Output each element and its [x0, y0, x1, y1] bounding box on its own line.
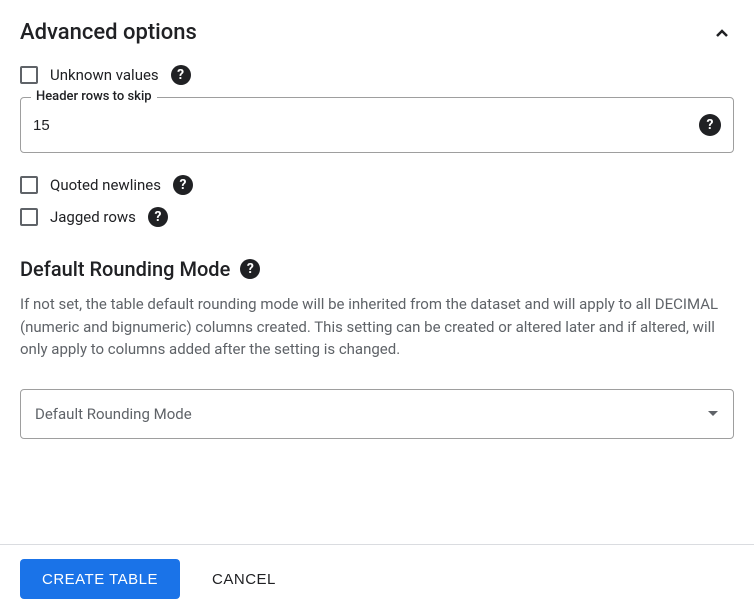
header-rows-input[interactable]: [33, 117, 699, 134]
help-icon[interactable]: ?: [173, 175, 193, 195]
quoted-newlines-row: Quoted newlines ?: [20, 175, 734, 195]
header-rows-field[interactable]: Header rows to skip ?: [20, 97, 734, 153]
unknown-values-row: Unknown values ?: [20, 65, 734, 85]
quoted-newlines-checkbox[interactable]: [20, 176, 38, 194]
help-icon[interactable]: ?: [148, 207, 168, 227]
quoted-newlines-label: Quoted newlines: [50, 176, 161, 194]
create-table-button[interactable]: CREATE TABLE: [20, 559, 180, 599]
footer-actions: CREATE TABLE CANCEL: [0, 544, 754, 613]
chevron-up-icon[interactable]: [710, 21, 734, 45]
jagged-rows-checkbox[interactable]: [20, 208, 38, 226]
rounding-mode-select[interactable]: Default Rounding Mode: [20, 389, 734, 439]
jagged-rows-row: Jagged rows ?: [20, 207, 734, 227]
rounding-header: Default Rounding Mode ?: [20, 257, 734, 281]
caret-down-icon: [707, 410, 719, 418]
advanced-options-header[interactable]: Advanced options: [20, 20, 734, 45]
header-rows-label: Header rows to skip: [31, 89, 157, 104]
jagged-rows-label: Jagged rows: [50, 208, 136, 226]
rounding-description: If not set, the table default rounding m…: [20, 293, 734, 361]
unknown-values-label: Unknown values: [50, 66, 159, 84]
unknown-values-checkbox[interactable]: [20, 66, 38, 84]
section-title: Advanced options: [20, 20, 197, 45]
help-icon[interactable]: ?: [699, 114, 721, 136]
rounding-title: Default Rounding Mode: [20, 257, 230, 281]
help-icon[interactable]: ?: [240, 259, 260, 279]
rounding-mode-value: Default Rounding Mode: [35, 405, 192, 423]
cancel-button[interactable]: CANCEL: [204, 559, 284, 599]
help-icon[interactable]: ?: [171, 65, 191, 85]
